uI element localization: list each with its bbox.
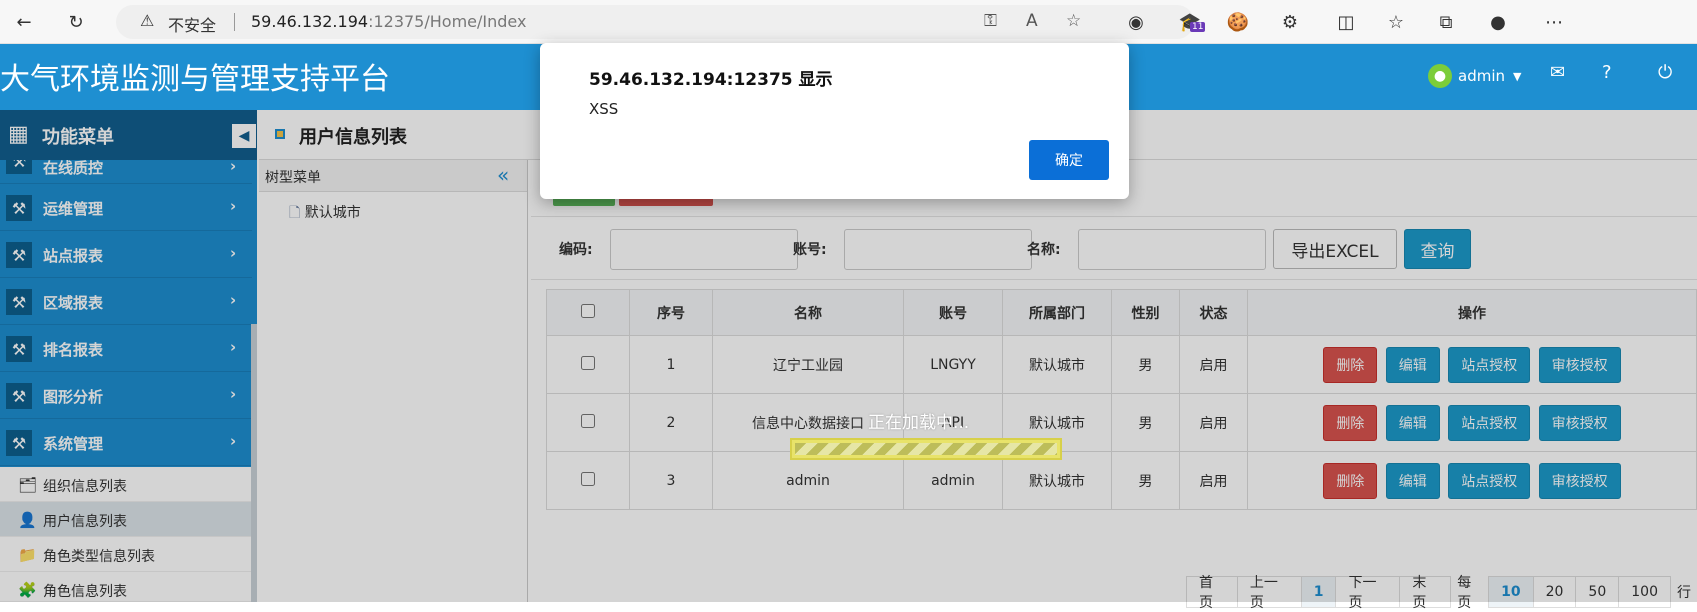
app-title: 大气环境监测与管理支持平台	[0, 62, 390, 97]
alert-dialog: 59.46.132.194:12375 显示 XSS 确定	[540, 43, 1129, 199]
favorite-add-icon[interactable]: ☆	[1066, 11, 1081, 31]
loading-text: 正在加载中...	[868, 413, 970, 433]
dialog-message: XSS	[589, 100, 619, 118]
collections-icon[interactable]: ⧉	[1432, 8, 1460, 36]
profile-icon[interactable]: ●	[1484, 8, 1512, 36]
split-screen-icon[interactable]: ◫	[1332, 8, 1360, 36]
reload-icon[interactable]: ↻	[62, 8, 90, 36]
favorites-icon[interactable]: ☆	[1382, 8, 1410, 36]
not-secure-label: 不安全	[168, 16, 217, 35]
url-text[interactable]: 59.46.132.194:12375/Home/Index	[251, 12, 526, 31]
help-icon[interactable]: ?	[1602, 62, 1612, 83]
url-host: 59.46.132.194	[251, 12, 369, 31]
read-aloud-icon[interactable]: A	[1026, 11, 1038, 31]
loading-bar-fill	[795, 443, 1057, 455]
extensions-icon[interactable]: ⚙	[1276, 8, 1304, 36]
user-name: admin	[1458, 67, 1505, 85]
loading-indicator: 正在加载中...	[790, 408, 1062, 478]
extension-circle-icon[interactable]: ◉	[1122, 8, 1150, 36]
browser-toolbar: ← ↻ ⚠ 不安全 59.46.132.194:12375/Home/Index…	[0, 0, 1697, 44]
key-icon[interactable]: ⚿	[984, 11, 997, 31]
dialog-ok-button[interactable]: 确定	[1029, 140, 1109, 180]
address-bar[interactable]: ⚠ 不安全 59.46.132.194:12375/Home/Index ⚿ A…	[116, 5, 1194, 39]
url-path: :12375/Home/Index	[368, 12, 527, 31]
extension-badge: 11	[1190, 22, 1206, 32]
mail-icon[interactable]: ✉	[1550, 62, 1565, 83]
back-icon[interactable]: ←	[10, 8, 38, 36]
divider	[234, 13, 235, 31]
caret-down-icon: ▼	[1513, 69, 1522, 83]
power-icon[interactable]: ⏻	[1658, 62, 1672, 83]
user-menu[interactable]: ● admin ▼	[1428, 64, 1521, 88]
cookie-icon[interactable]: 🍪	[1224, 8, 1252, 36]
extension-cap-icon[interactable]: 🎓11	[1176, 8, 1206, 36]
dialog-title: 59.46.132.194:12375 显示	[589, 70, 833, 90]
avatar-icon: ●	[1428, 64, 1452, 88]
more-icon[interactable]: ⋯	[1540, 8, 1568, 36]
warning-icon: ⚠	[140, 11, 155, 30]
loading-bar	[790, 438, 1062, 460]
